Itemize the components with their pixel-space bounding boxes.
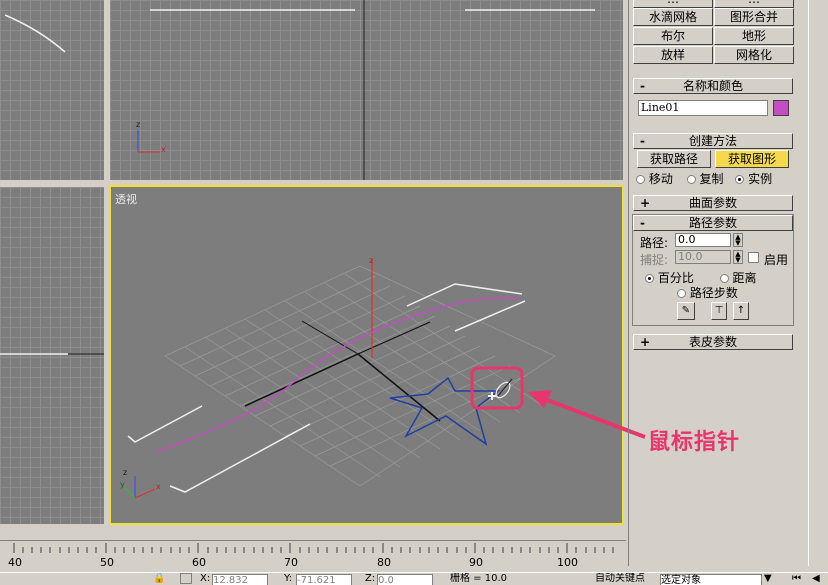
ruler-ticks [13,543,614,553]
axis-tripod-front [137,130,160,153]
rollout-title: 表皮参数 [688,335,737,349]
time-ruler[interactable] [0,540,626,567]
persp-axis-z-label: z [369,256,374,265]
radio-move-label: 移动 [648,172,673,186]
tripod-z-label: z [123,468,128,477]
viewport-bottom-left[interactable] [0,187,104,524]
viewport-top-left[interactable] [0,0,104,180]
object-color-swatch[interactable] [773,100,789,116]
radio-instance-label: 实例 [748,172,773,186]
path-label: 路径: [640,236,669,250]
rollout-title: 创建方法 [688,134,737,148]
axis-tripod-perspective [124,476,156,499]
rollout-toggle: + [640,335,651,349]
rollout-title: 曲面参数 [688,196,737,210]
ruler-label-90: 90 [469,556,483,569]
radio-path-steps[interactable] [677,289,686,298]
selection-set-dropdown[interactable]: 选定对象 [660,574,762,585]
rollout-surface-params[interactable]: + 曲面参数 [633,195,793,211]
rollout-skin-params[interactable]: + 表皮参数 [633,334,793,350]
ruler-label-70: 70 [284,556,298,569]
create-button-loft[interactable]: 放样 [633,46,713,64]
radio-move[interactable] [636,175,645,184]
tripod-x-label: x [156,482,161,491]
create-button-0b[interactable]: … [714,0,794,8]
y-coord-label: Y: [284,573,293,584]
create-button-terrain[interactable]: 地形 [714,27,794,45]
rollout-toggle: - [640,79,645,93]
z-coord-label: Z: [365,573,376,584]
rollout-path-params[interactable]: - 路径参数 [633,215,793,231]
snap-spinner-input[interactable]: 10.0 [675,250,731,264]
create-button-blobmesh[interactable]: 水滴网格 [633,8,713,26]
enable-checkbox[interactable] [748,252,759,263]
tripod-y-label: y [120,480,125,489]
shape-curve [4,14,66,53]
go-to-start-icon[interactable]: ⏮ [792,573,801,585]
dropdown-arrow-icon[interactable]: ▼ [764,573,772,585]
axis-z-label: z [136,120,141,129]
prev-shape-icon[interactable]: ⊤ [711,302,727,320]
ruler-label-50: 50 [100,556,114,569]
radio-copy[interactable] [686,175,696,184]
creation-mode-radios: 移动 复制 实例 [636,170,772,187]
create-button-shapemerge[interactable]: 图形合并 [714,8,794,26]
radio-copy-label: 复制 [699,172,724,186]
rollout-name-color[interactable]: - 名称和颜色 [633,78,793,94]
viewport-front[interactable]: z x [110,0,623,180]
radio-instance[interactable] [735,175,745,184]
viewport-perspective[interactable]: 透视 z z y x [109,185,624,525]
radio-percentage[interactable] [645,274,654,283]
radio-distance[interactable] [719,274,729,283]
get-shape-button[interactable]: 获取图形 [715,150,789,168]
absolute-mode-icon[interactable] [180,573,192,584]
z-coord-field[interactable]: 0.0 [377,574,433,585]
status-bar: 🔒 X: 12.832 Y: -71.621 Z: 0.0 栅格 = 10.0 … [0,572,828,585]
y-coord-field[interactable]: -71.621 [296,574,352,585]
snap-spinner-arrows[interactable]: ▲ ▼ [733,250,743,264]
grid-size-readout: 栅格 = 10.0 [450,573,508,584]
ruler-label-80: 80 [377,556,391,569]
perspective-grid [164,265,556,487]
rollout-creation-method[interactable]: - 创建方法 [633,133,793,149]
get-path-button[interactable]: 获取路径 [637,150,711,168]
prev-frame-icon[interactable]: ◀ [812,573,820,585]
panel-scrollbar[interactable] [808,0,828,566]
x-coord-field[interactable]: 12.832 [212,574,268,585]
ruler-label-40: 40 [8,556,22,569]
path-steps-radio-row: 路径步数 [677,284,738,301]
pick-shape-icon[interactable]: ✎ [677,302,695,320]
cursor-highlight-box [470,366,524,410]
autokey-button[interactable]: 自动关键点 [595,573,645,585]
create-button-mesher[interactable]: 网格化 [714,46,794,64]
snap-label: 捕捉: [640,253,669,267]
object-name-input[interactable]: Line01 [638,100,768,116]
ruler-label-60: 60 [192,556,206,569]
axis-x-label: x [161,145,166,154]
rollout-toggle: - [640,134,645,148]
mouse-pointer-icon [488,378,513,400]
rollout-title: 路径参数 [688,216,737,230]
radio-percentage-label: 百分比 [657,271,694,285]
rollout-toggle: - [640,216,645,230]
ruler-label-100: 100 [557,556,578,569]
rollout-title: 名称和颜色 [682,79,743,93]
radio-distance-label: 距离 [732,271,757,285]
x-coord-label: X: [200,573,211,584]
lock-icon[interactable]: 🔒 [153,573,165,585]
radio-path-steps-label: 路径步数 [689,286,738,300]
rollout-toggle: + [640,196,651,210]
path-spinner-input[interactable]: 0.0 [675,233,731,247]
path-spinner-arrows[interactable]: ▲ ▼ [733,233,743,247]
create-button-0a[interactable]: … [633,0,713,8]
next-shape-icon[interactable]: ↑ [733,302,749,320]
enable-label: 启用 [764,253,789,267]
create-button-boolean[interactable]: 布尔 [633,27,713,45]
